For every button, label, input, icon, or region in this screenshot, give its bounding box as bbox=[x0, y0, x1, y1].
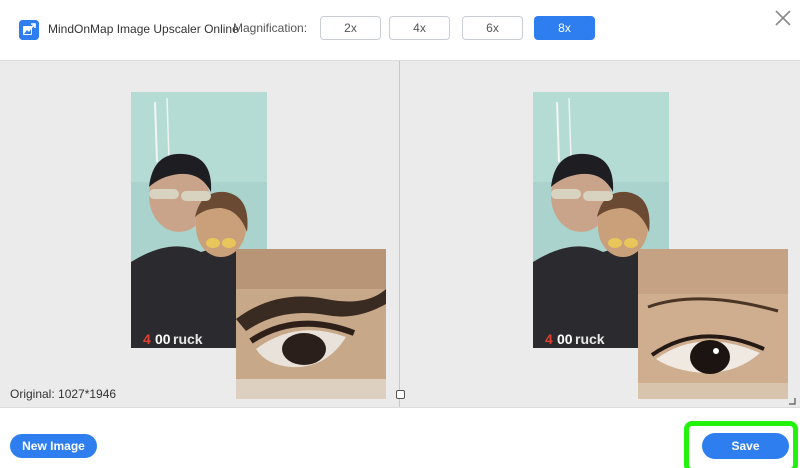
save-button[interactable]: Save bbox=[702, 433, 789, 459]
svg-text:4: 4 bbox=[143, 331, 151, 347]
close-icon[interactable] bbox=[772, 7, 794, 29]
magnification-label: Magnification: bbox=[233, 21, 308, 35]
resize-corner-icon[interactable] bbox=[788, 392, 796, 405]
preview-area: 4 00 ruck 4 00 ruck Original: 1027*1946 bbox=[0, 60, 800, 408]
svg-text:00: 00 bbox=[155, 331, 171, 347]
original-zoom-view bbox=[236, 249, 386, 399]
upscaler-window: MindOnMap Image Upscaler Online Magnific… bbox=[0, 0, 800, 468]
header-bar: MindOnMap Image Upscaler Online Magnific… bbox=[0, 0, 800, 60]
magnification-6x-button[interactable]: 6x bbox=[462, 16, 523, 40]
svg-text:ruck: ruck bbox=[575, 331, 605, 347]
split-divider bbox=[399, 61, 400, 407]
compare-handle-icon[interactable] bbox=[396, 390, 405, 399]
svg-text:ruck: ruck bbox=[173, 331, 203, 347]
new-image-button[interactable]: New Image bbox=[10, 434, 97, 458]
footer-bar: New Image Save bbox=[0, 408, 800, 468]
app-logo-icon bbox=[19, 20, 39, 40]
app-title: MindOnMap Image Upscaler Online bbox=[48, 22, 239, 36]
original-size-label: Original: 1027*1946 bbox=[10, 387, 117, 401]
magnification-8x-button[interactable]: 8x bbox=[534, 16, 595, 40]
magnification-2x-button[interactable]: 2x bbox=[320, 16, 381, 40]
svg-text:00: 00 bbox=[557, 331, 573, 347]
svg-text:4: 4 bbox=[545, 331, 553, 347]
upscaled-zoom-view bbox=[638, 249, 788, 399]
magnification-4x-button[interactable]: 4x bbox=[389, 16, 450, 40]
